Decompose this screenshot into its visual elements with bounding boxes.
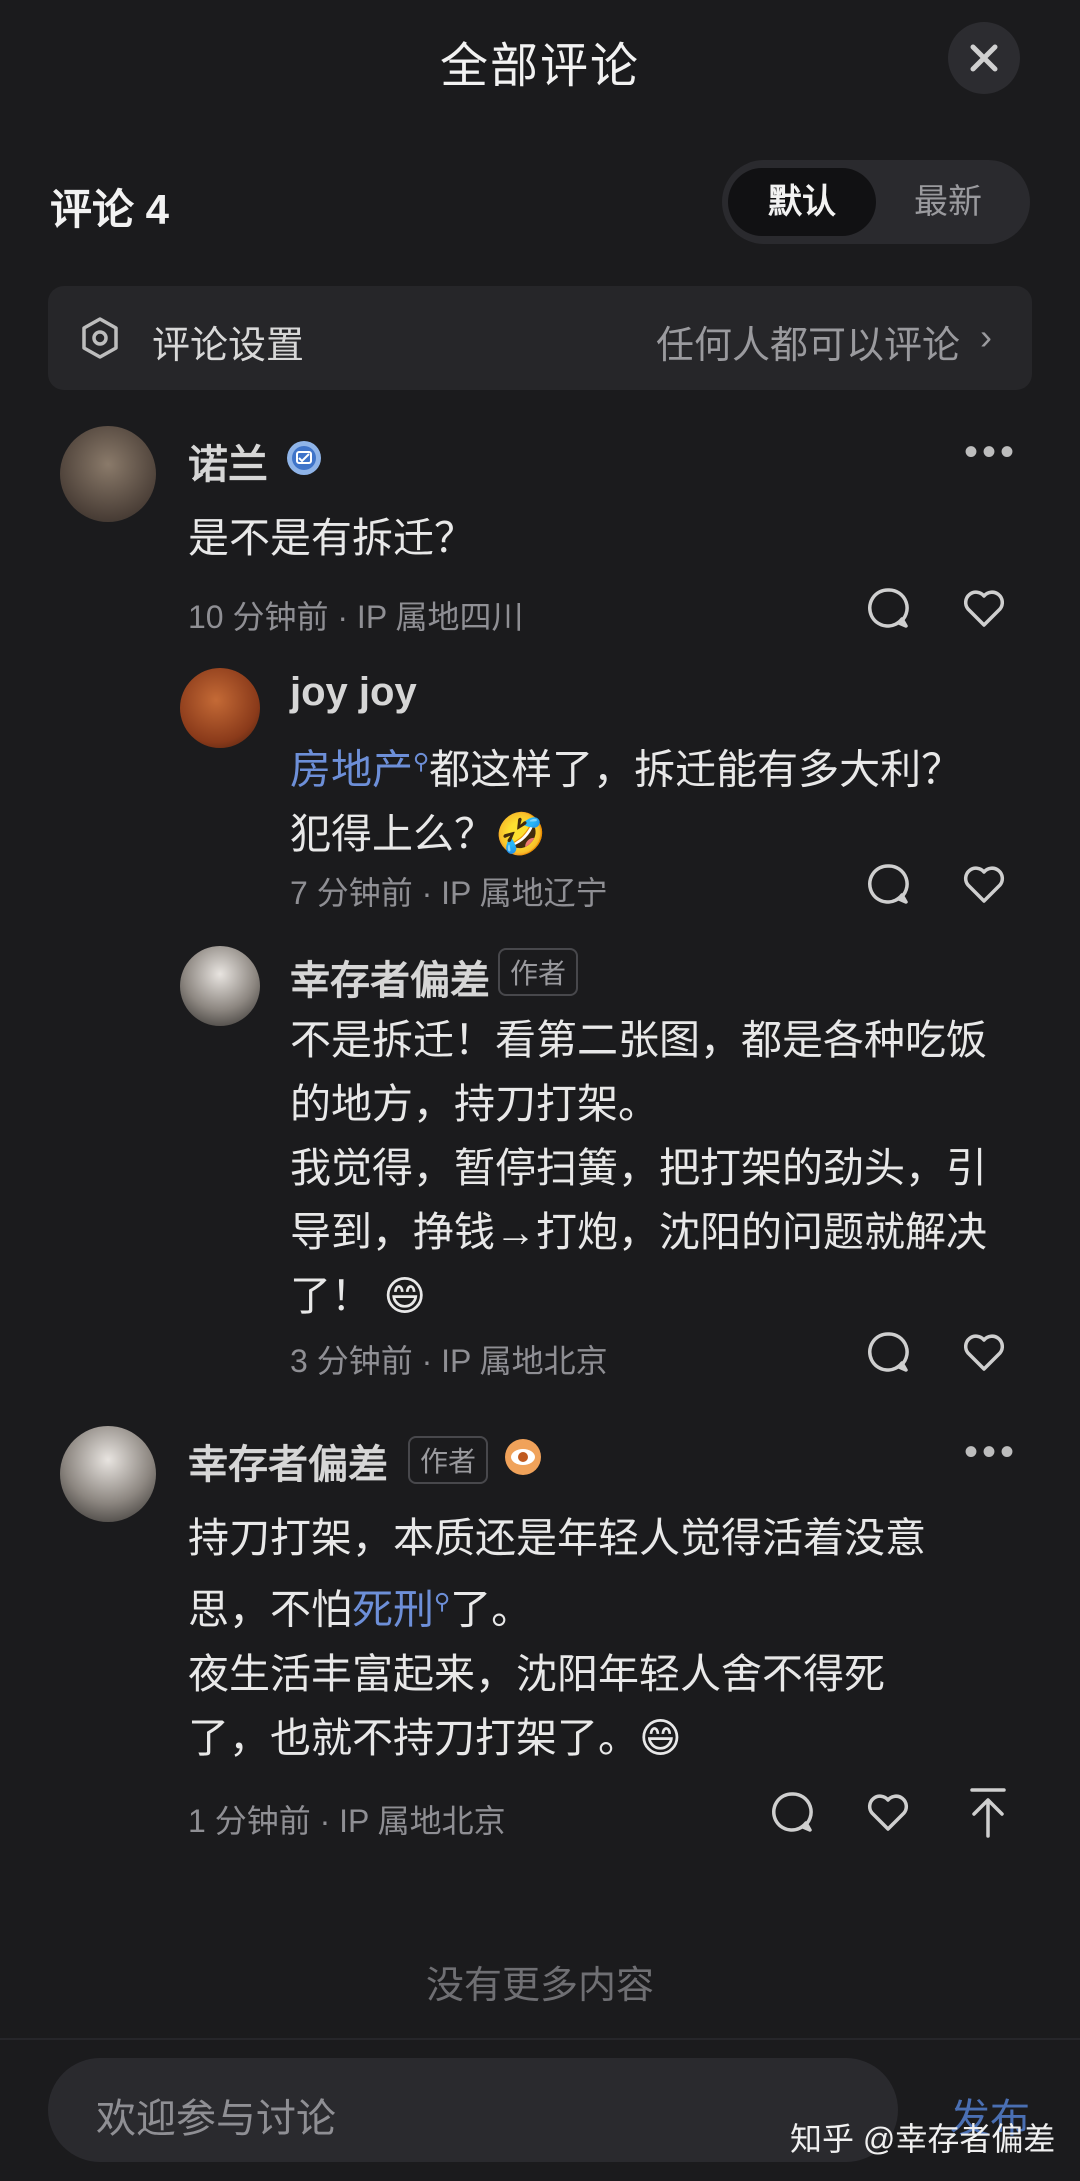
- avatar[interactable]: [60, 426, 156, 522]
- comment-meta: 1 分钟前 · IP 属地北京: [188, 1803, 506, 1839]
- comment-input-placeholder: 欢迎参与讨论: [96, 2097, 336, 2141]
- like-icon[interactable]: [962, 864, 1006, 904]
- close-button[interactable]: [948, 22, 1020, 94]
- comment-author[interactable]: 幸存者偏差: [188, 1432, 388, 1490]
- comment-text-line: 持刀打架，本质还是年轻人觉得活着没意: [188, 1515, 926, 1561]
- avatar[interactable]: [180, 668, 260, 748]
- topic-link[interactable]: 房地产: [290, 747, 413, 793]
- divider: [0, 2038, 1080, 2040]
- comment-count: 评论 4: [50, 186, 170, 233]
- no-more-content: 没有更多内容: [425, 1965, 654, 2007]
- author-badge: 作者: [498, 948, 579, 996]
- comment-settings-value: 任何人都可以评论: [655, 325, 960, 367]
- comment-text: 房地产⚲都这样了，拆迁能有多大利？ 犯得上么？🤣: [290, 730, 962, 866]
- comment-meta: 7 分钟前 · IP 属地辽宁: [290, 875, 608, 911]
- comment-author[interactable]: joy joy: [290, 670, 417, 715]
- like-icon[interactable]: [866, 1792, 910, 1832]
- comment-author[interactable]: 诺兰: [188, 432, 268, 490]
- search-icon: ⚲: [434, 1589, 451, 1614]
- sort-latest-tab[interactable]: 最新: [874, 168, 1022, 236]
- watermark: 知乎 @幸存者偏差: [790, 2121, 1056, 2157]
- comment-text-segment: 犯得上么？: [290, 810, 495, 857]
- comment-settings-row[interactable]: 评论设置 任何人都可以评论 ›: [48, 286, 1032, 390]
- comment-text-segment: 都这样了，拆迁能有多大利？: [429, 746, 963, 793]
- sort-toggle: 默认 最新: [722, 160, 1030, 244]
- more-options-button[interactable]: •••: [964, 430, 1018, 475]
- comment-text-line: 了，也就不持刀打架了。: [188, 1714, 639, 1761]
- verified-badge-icon: [287, 441, 321, 475]
- avatar[interactable]: [60, 1426, 156, 1522]
- comment-author[interactable]: 幸存者偏差: [290, 948, 490, 1006]
- comment-meta: 10 分钟前 · IP 属地四川: [188, 599, 524, 635]
- reply-icon[interactable]: [866, 862, 910, 906]
- comment-settings-label: 评论设置: [152, 325, 305, 367]
- comment-meta: 3 分钟前 · IP 属地北京: [290, 1343, 608, 1379]
- comment-input[interactable]: 欢迎参与讨论: [48, 2058, 898, 2162]
- topic-link[interactable]: 死刑: [352, 1587, 434, 1633]
- rofl-emoji: 🤣: [495, 810, 547, 857]
- comment-text-line: 夜生活丰富起来，沈阳年轻人舍不得死: [188, 1650, 885, 1697]
- like-icon[interactable]: [962, 1332, 1006, 1372]
- like-icon[interactable]: [962, 588, 1006, 628]
- comment-text-line: 了！: [290, 1273, 372, 1319]
- more-options-button[interactable]: •••: [964, 1430, 1018, 1475]
- comment-text-segment: 了。: [450, 1586, 533, 1633]
- comment-text: 不是拆迁！看第二张图，都是各种吃饭 的地方，持刀打架。 我觉得，暂停扫簧，把打架…: [290, 1008, 987, 1328]
- comment-text: 是不是有拆迁？: [188, 515, 475, 561]
- comment-text-line: 我觉得，暂停扫簧，把打架的劲头，引: [290, 1145, 987, 1191]
- avatar[interactable]: [180, 946, 260, 1026]
- search-icon: ⚲: [413, 749, 430, 774]
- reply-icon[interactable]: [866, 586, 910, 630]
- comment-text-line: 导到，挣钱→打炮，沈阳的问题就解决: [290, 1209, 987, 1255]
- comment-text-line: 的地方，持刀打架。: [290, 1081, 659, 1127]
- author-badge: 作者: [408, 1436, 489, 1484]
- pin-to-top-icon[interactable]: [968, 1786, 1008, 1838]
- grin-emoji: 😄: [639, 1714, 682, 1761]
- grin-emoji: 😄: [383, 1273, 427, 1319]
- chevron-right-icon: ›: [980, 316, 992, 357]
- comment-text: 持刀打架，本质还是年轻人觉得活着没意 思，不怕死刑⚲了。 夜生活丰富起来，沈阳年…: [188, 1506, 926, 1770]
- reply-icon[interactable]: [770, 1790, 814, 1834]
- comment-text-line: 不是拆迁！看第二张图，都是各种吃饭: [290, 1017, 987, 1063]
- settings-icon: [82, 317, 118, 359]
- page-title: 全部评论: [439, 40, 640, 93]
- eye-badge-icon: [505, 1439, 541, 1475]
- close-icon: [970, 44, 998, 72]
- sort-default-tab[interactable]: 默认: [728, 168, 876, 236]
- reply-icon[interactable]: [866, 1330, 910, 1374]
- comment-text-segment: 思，不怕: [188, 1586, 352, 1633]
